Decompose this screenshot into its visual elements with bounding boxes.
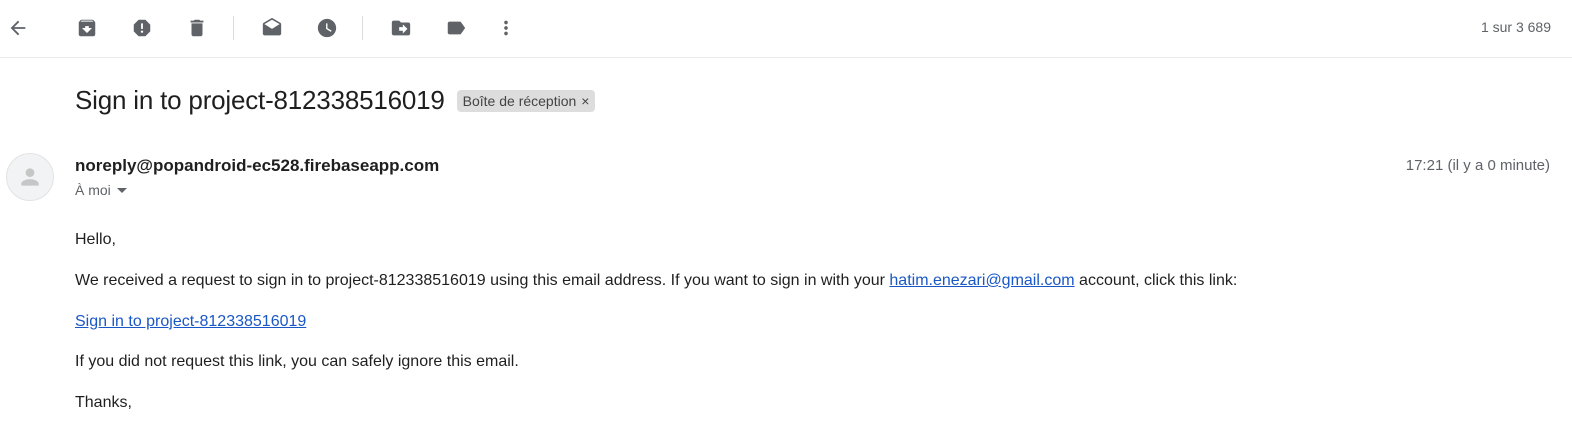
- pagination-count: 1 sur 3 689: [1480, 19, 1551, 35]
- chevron-down-icon[interactable]: [116, 187, 127, 193]
- email-link[interactable]: hatim.enezari@gmail.com: [889, 272, 1074, 289]
- report-spam-icon[interactable]: [122, 8, 162, 48]
- archive-icon[interactable]: [67, 8, 107, 48]
- remove-label-icon[interactable]: ×: [581, 90, 589, 112]
- more-vert-icon[interactable]: [486, 8, 526, 48]
- move-to-icon[interactable]: [381, 8, 421, 48]
- avatar: [6, 153, 54, 201]
- signin-link[interactable]: Sign in to project-812338516019: [75, 313, 306, 330]
- recipient-label: À moi: [75, 182, 111, 198]
- mark-unread-icon[interactable]: [252, 8, 292, 48]
- sender-address[interactable]: noreply@popandroid-ec528.firebaseapp.com: [75, 156, 439, 176]
- toolbar: 1 sur 3 689: [0, 0, 1572, 58]
- toolbar-divider: [233, 16, 234, 40]
- delete-icon[interactable]: [177, 8, 217, 48]
- ignore-paragraph: If you did not request this link, you ca…: [75, 353, 519, 370]
- subject-row: Sign in to project-812338516019 Boîte de…: [75, 84, 596, 116]
- label-icon[interactable]: [436, 8, 476, 48]
- greeting: Hello,: [75, 231, 116, 248]
- signin-link-line: Sign in to project-812338516019: [75, 313, 306, 331]
- person-icon: [21, 168, 39, 186]
- back-arrow-icon[interactable]: [0, 8, 38, 48]
- closing-text: Thanks,: [75, 394, 132, 411]
- paragraph-text: We received a request to sign in to proj…: [75, 272, 890, 289]
- email-timestamp: 17:21 (il y a 0 minute): [1405, 157, 1550, 174]
- email-subject: Sign in to project-812338516019: [75, 85, 445, 115]
- recipient-line[interactable]: À moi: [75, 182, 127, 198]
- toolbar-divider: [362, 16, 363, 40]
- inbox-label-chip[interactable]: Boîte de réception ×: [456, 90, 596, 112]
- snooze-icon[interactable]: [307, 8, 347, 48]
- paragraph-text: account, click this link:: [1074, 272, 1238, 289]
- body-paragraph: We received a request to sign in to proj…: [75, 272, 1237, 290]
- inbox-label-text: Boîte de réception: [462, 93, 577, 109]
